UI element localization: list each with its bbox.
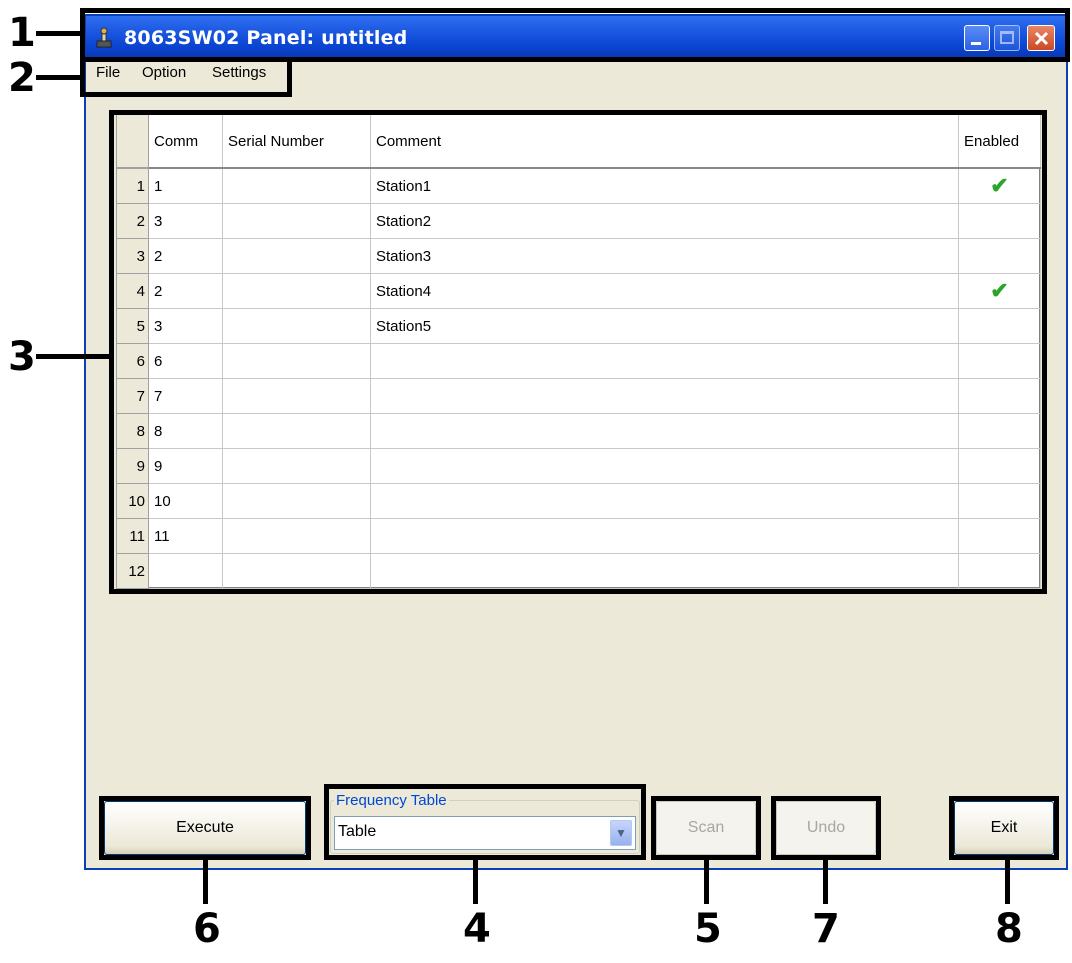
callout-number-8: 8 (995, 906, 1023, 952)
callout-box-frequency-table (324, 784, 646, 860)
callout-number-6: 6 (193, 906, 221, 952)
callout-line-2 (36, 75, 82, 80)
callout-line-8 (1005, 858, 1010, 904)
callout-box-scan (651, 796, 761, 860)
callout-number-3: 3 (8, 334, 36, 380)
callout-line-7 (823, 858, 828, 904)
callout-box-execute (99, 796, 311, 860)
callout-line-4 (473, 858, 478, 904)
callout-line-6 (203, 858, 208, 904)
callout-box-exit (949, 796, 1059, 860)
callout-line-1 (36, 31, 82, 36)
callout-number-1: 1 (8, 10, 36, 56)
callout-box-menu-bar (80, 57, 292, 97)
callout-box-title-bar (80, 8, 1070, 62)
callout-number-2: 2 (8, 55, 36, 101)
callout-number-5: 5 (694, 906, 722, 952)
callout-box-undo (771, 796, 881, 860)
callout-number-4: 4 (463, 906, 491, 952)
callout-box-grid (109, 110, 1047, 594)
callout-number-7: 7 (812, 906, 840, 952)
callout-line-3 (36, 354, 111, 359)
callout-line-5 (704, 858, 709, 904)
